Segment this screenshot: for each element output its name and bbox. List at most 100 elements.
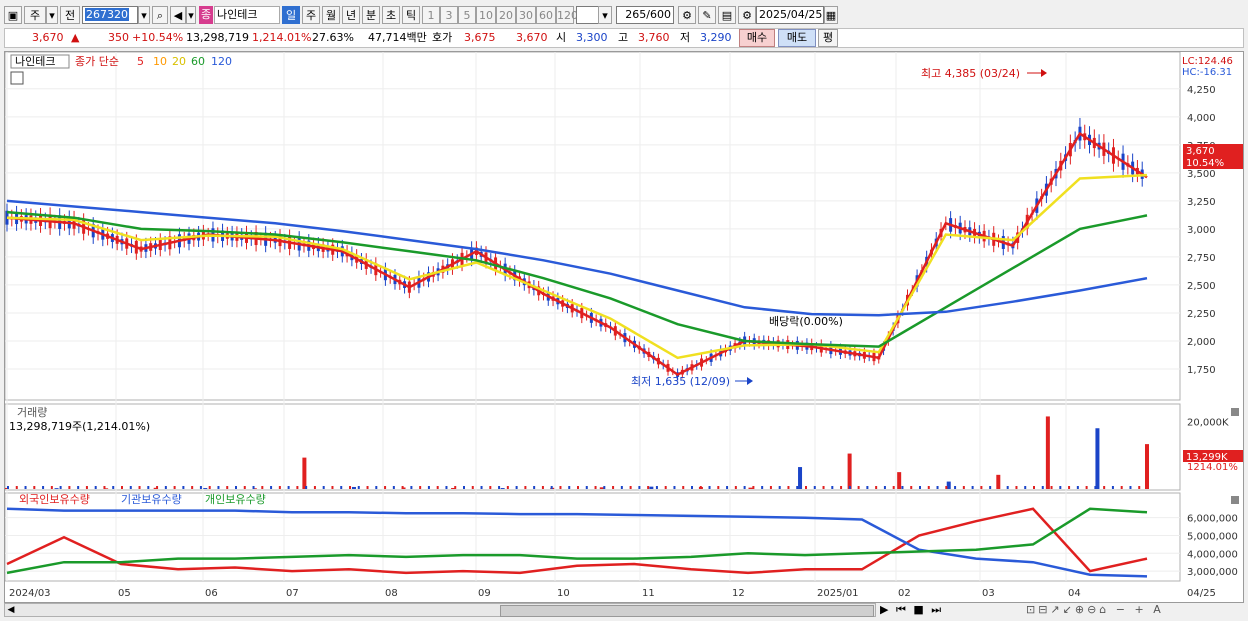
period-month[interactable]: 월 [322, 6, 340, 24]
quote-bid: 3,670 [516, 31, 548, 44]
table-icon[interactable] [10, 71, 24, 85]
calendar-icon[interactable]: ▦ [824, 6, 838, 24]
volume-bar-small [708, 486, 711, 489]
foreign-holding-label: 외국인보유수량 [19, 493, 90, 506]
volume-bar-small [805, 486, 807, 489]
speaker-dropdown-icon[interactable]: ▾ [186, 6, 196, 24]
period-tick[interactable]: 틱 [402, 6, 420, 24]
scroll-left-icon[interactable]: ◀ [5, 604, 17, 616]
period-minute[interactable]: 분 [362, 6, 380, 24]
indicator-icon[interactable]: ⚙ [678, 6, 696, 24]
volume-bar-small [577, 486, 579, 489]
price-tick-label: 3,500 [1187, 169, 1216, 180]
low-annotation: 최저 1,635 (12/09) [631, 375, 730, 388]
institution-holding-label: 기관보유수량 [121, 493, 182, 506]
quote-amount: 47,714백만 [368, 31, 427, 44]
minute-dropdown-icon[interactable]: ▾ [598, 6, 612, 24]
x-tick-label: 02 [898, 588, 911, 599]
volume-bar [946, 481, 951, 489]
buy-button[interactable]: 매수 [739, 29, 775, 47]
volume-bar-small [156, 486, 159, 489]
price-tag-value: 3,670 [1186, 146, 1215, 157]
x-tick-label: 03 [982, 588, 995, 599]
count-value: 265 [625, 8, 647, 21]
tool-icons[interactable]: ⊡⊟↗↙⊕⊖⌂ − + A [1026, 603, 1164, 616]
holdings-tick-label: 6,000,000 [1187, 514, 1238, 525]
period-year[interactable]: 년 [342, 6, 360, 24]
x-tick-label: 10 [557, 588, 570, 599]
prev-button[interactable]: 전 [60, 6, 80, 24]
volume-bar-small [629, 486, 632, 489]
quote-open: 3,300 [576, 31, 608, 44]
volume-bar-small [840, 486, 843, 489]
period-day[interactable]: 일 [282, 6, 300, 24]
volume-bar-small [77, 486, 80, 489]
search-icon[interactable]: ⌕ [152, 6, 168, 24]
minute-30[interactable]: 30 [516, 6, 536, 24]
volume-bar-small [1138, 486, 1141, 489]
minute-120[interactable]: 120 [556, 6, 578, 24]
x-tick-label: 12 [732, 588, 745, 599]
minute-1[interactable]: 1 [422, 6, 440, 24]
volume-close-icon[interactable] [1231, 408, 1239, 416]
volume-bar-small [901, 486, 904, 489]
avg-button[interactable]: 평 [818, 29, 838, 47]
stock-badge: 종 [199, 6, 213, 24]
volume-bar [649, 486, 654, 489]
nav-controls[interactable]: ▶ ⏮ ■ ⏭ [880, 603, 943, 617]
x-tick-label: 04 [1068, 588, 1081, 599]
stock-name-field[interactable]: 나인테크 [214, 6, 280, 24]
volume-bar-small [103, 486, 106, 489]
stock-chart-svg[interactable]: 4,2504,0003,7503,5003,2503,0002,7502,500… [4, 51, 1243, 602]
minute-3[interactable]: 3 [440, 6, 458, 24]
volume-bar-small [261, 486, 264, 489]
volume-bar-small [813, 486, 816, 489]
volume-bar [897, 472, 902, 489]
volume-summary: 13,298,719주(1,214.01%) [9, 420, 150, 433]
volume-bar-small [559, 486, 562, 489]
period-second[interactable]: 초 [382, 6, 400, 24]
x-tick-label: 05 [118, 588, 131, 599]
holdings-tick-label: 3,000,000 [1187, 567, 1238, 578]
price-tick-label: 2,750 [1187, 253, 1216, 264]
save-icon[interactable]: ▤ [718, 6, 736, 24]
x-tick-label: 07 [286, 588, 299, 599]
chevron-down-icon[interactable]: ▾ [46, 6, 58, 24]
screen-icon[interactable]: ▣ [4, 6, 22, 24]
period-week[interactable]: 주 [302, 6, 320, 24]
holdings-close-icon[interactable] [1231, 496, 1239, 504]
minute-20[interactable]: 20 [496, 6, 516, 24]
minute-60[interactable]: 60 [536, 6, 556, 24]
speaker-icon[interactable]: ◀ [170, 6, 186, 24]
date-input[interactable]: 2025/04/25 [756, 6, 824, 24]
minute-10[interactable]: 10 [476, 6, 496, 24]
period-type-dropdown[interactable]: 주 [24, 6, 46, 24]
scroll-thumb[interactable] [500, 605, 874, 617]
count-field[interactable]: 265/600 [616, 6, 674, 24]
gear-icon[interactable]: ⚙ [738, 6, 756, 24]
volume-bar-small [59, 486, 62, 489]
sell-button[interactable]: 매도 [778, 29, 816, 47]
minute-5[interactable]: 5 [458, 6, 476, 24]
horizontal-scrollbar[interactable]: ◀ [4, 603, 876, 617]
volume-bar-small [349, 486, 351, 489]
volume-bar-small [550, 486, 553, 489]
draw-icon[interactable]: ✎ [698, 6, 716, 24]
volume-bar-small [296, 486, 299, 489]
volume-bar-small [682, 486, 685, 489]
volume-bar-small [7, 486, 9, 489]
code-dropdown-icon[interactable]: ▾ [138, 6, 150, 24]
volume-bar-small [541, 486, 544, 489]
price-panel [4, 51, 1181, 401]
pct-tag-value: 10.54% [1186, 158, 1224, 169]
volume-bar-small [743, 486, 746, 489]
volume-bar-small [208, 486, 211, 489]
volume-bar-small [1015, 486, 1018, 489]
volume-bar-small [1033, 486, 1035, 489]
volume-bar-small [1103, 486, 1106, 489]
stock-code-input[interactable]: 267320 [82, 6, 138, 24]
volume-bar [351, 486, 356, 489]
volume-bar-small [94, 486, 97, 489]
price-tick-label: 1,750 [1187, 365, 1216, 376]
volume-bar-small [182, 486, 185, 489]
